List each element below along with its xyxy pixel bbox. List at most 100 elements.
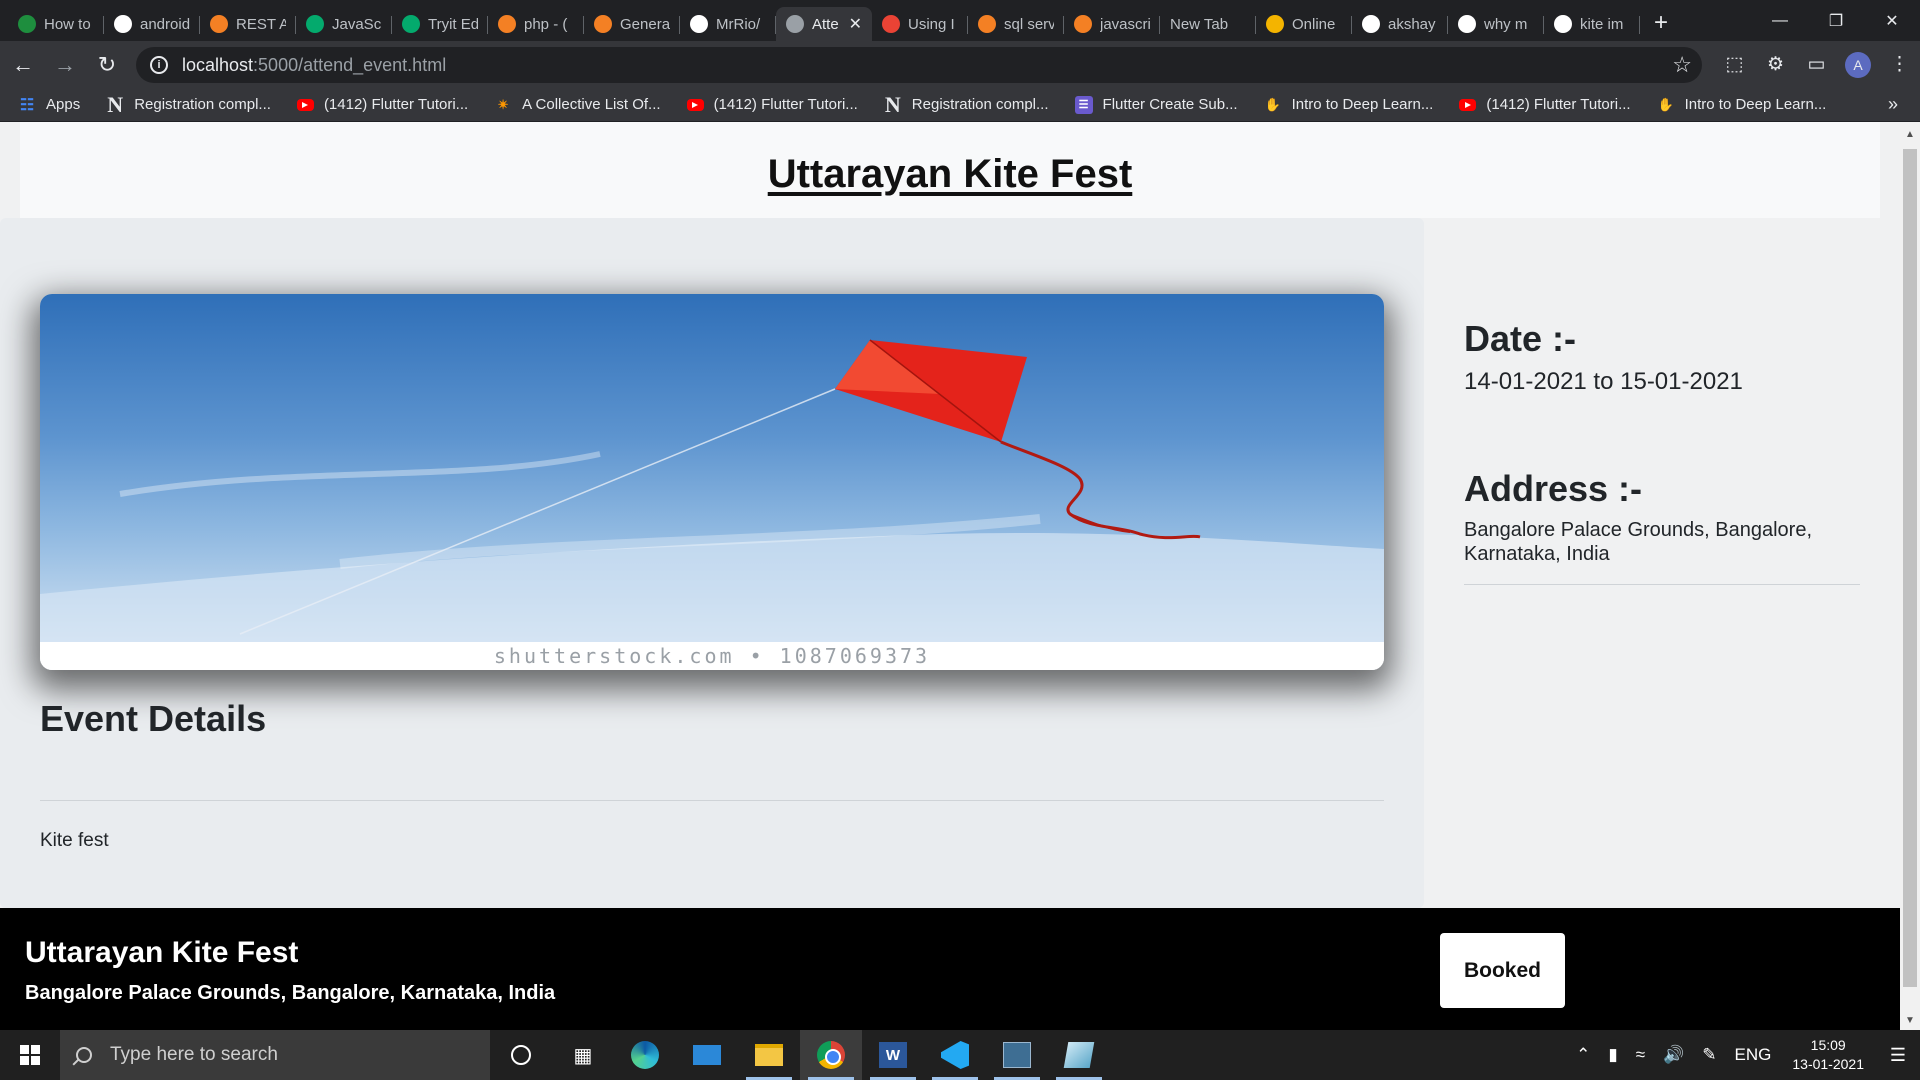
page-scrollbar[interactable]: ▲ ▼ [1900,122,1920,1030]
word-icon[interactable]: W [862,1030,924,1080]
tab[interactable]: Genera [584,7,680,41]
bookmark-label: (1412) Flutter Tutori... [713,96,858,113]
tab[interactable]: sql serv [968,7,1064,41]
bookmarks-overflow-icon[interactable]: » [1888,94,1898,115]
taskbar-search[interactable]: Type here to search [60,1030,490,1080]
tab[interactable]: New Tab [1160,7,1256,41]
tab-title: android [140,15,190,33]
tab[interactable]: How to [8,7,104,41]
w3schools-icon [306,15,324,33]
kite-illustration [40,339,1384,642]
footer-event-title: Uttarayan Kite Fest [25,936,299,969]
profile-avatar[interactable]: A [1845,51,1871,78]
bookmark-item[interactable]: (1412) Flutter Tutori... [686,96,858,113]
notion-icon: N [884,91,901,117]
search-icon [76,1047,92,1063]
image-watermark: shutterstock.com • 1087069373 [493,644,931,668]
address-bar[interactable]: i localhost:5000/attend_event.html ☆ [136,47,1702,83]
bookmark-item[interactable]: ✋ Intro to Deep Learn... [1657,96,1827,114]
scroll-down-icon[interactable]: ▼ [1900,1012,1920,1030]
tab[interactable]: JavaScr [296,7,392,41]
github-icon [690,15,708,33]
tab[interactable]: why m [1448,7,1544,41]
mysql-workbench-icon[interactable] [986,1030,1048,1080]
cast-icon[interactable]: ▭ [1796,53,1837,76]
close-tab-icon[interactable]: ✕ [849,14,862,34]
windows-logo-icon [20,1045,40,1065]
bookmark-item[interactable]: (1412) Flutter Tutori... [1459,96,1631,113]
event-main-panel: shutterstock.com • 1087069373 Event Deta… [0,218,1424,908]
tab[interactable]: Online [1256,7,1352,41]
new-tab-icon[interactable]: + [1654,9,1668,37]
tab-title: kite im [1580,15,1624,33]
screenshot-icon[interactable]: ⬚ [1714,53,1755,76]
cortana-icon[interactable] [490,1030,552,1080]
start-button[interactable] [0,1030,60,1080]
flutter-icon: ✴ [497,96,509,112]
menu-kebab-icon[interactable]: ⋮ [1879,53,1920,76]
tab[interactable]: MrRio/ [680,7,776,41]
vscode-icon[interactable] [924,1030,986,1080]
bookmark-item[interactable]: N Registration compl... [884,91,1049,117]
tab[interactable]: akshay [1352,7,1448,41]
tab[interactable]: kite im [1544,7,1640,41]
booked-button[interactable]: Booked [1440,933,1565,1008]
tab[interactable]: javascri [1064,7,1160,41]
battery-icon[interactable]: ▮ [1608,1045,1617,1065]
youtube-icon [686,98,704,111]
bookmark-label: Registration compl... [911,96,1049,113]
tab-title: Online [1292,15,1336,33]
github-icon [1362,15,1380,33]
mail-icon[interactable] [676,1030,738,1080]
bookmark-item[interactable]: ✴ A Collective List Of... [494,96,661,114]
browser-tab-strip: How to android REST A JavaScr Tryit Ed php - … [0,0,1920,41]
tab-title: Tryit Ed [428,15,478,33]
tab[interactable]: Tryit Ed [392,7,488,41]
bookmark-item[interactable]: N Registration compl... [106,92,271,117]
wifi-icon[interactable]: ≈ [1636,1045,1645,1065]
close-window-icon[interactable]: ✕ [1864,0,1920,41]
notifications-icon[interactable]: ☰ [1876,1045,1920,1066]
tab-title: JavaScr [332,15,382,33]
stackoverflow-icon [210,15,228,33]
pen-icon[interactable]: ✎ [1702,1045,1716,1065]
chrome-icon[interactable] [800,1030,862,1080]
site-info-icon[interactable]: i [150,56,168,74]
reload-icon[interactable]: ↻ [88,46,126,84]
task-view-icon[interactable]: ▦ [552,1030,614,1080]
address-value: Bangalore Palace Grounds, Bangalore, Kar… [1464,519,1813,565]
page-viewport: Uttarayan Kite Fest shutterstock.com • 1… [0,122,1900,1030]
file-explorer-icon[interactable] [738,1030,800,1080]
language-indicator[interactable]: ENG [1735,1045,1772,1065]
tab[interactable]: Using I [872,7,968,41]
bookmark-star-icon[interactable]: ☆ [1672,52,1692,78]
tab-title: akshay [1388,15,1436,33]
bookmark-item[interactable]: (1412) Flutter Tutori... [296,96,468,113]
notes-app-icon[interactable] [1048,1030,1110,1080]
bookmark-label: A Collective List Of... [522,96,661,113]
restore-icon[interactable]: ❐ [1808,0,1864,41]
tab[interactable]: php - ( [488,7,584,41]
volume-icon[interactable]: 🔊 [1663,1045,1684,1065]
minimize-icon[interactable]: — [1752,0,1808,41]
stackoverflow-icon [1074,15,1092,33]
bookmark-item[interactable]: ✋ Intro to Deep Learn... [1264,96,1434,114]
slides-icon [1266,15,1284,33]
bookmark-item[interactable]: ☰ Flutter Create Sub... [1074,95,1238,114]
extensions-icon[interactable]: ⚙ [1755,53,1796,76]
forward-icon[interactable]: → [46,46,84,84]
scrollbar-thumb[interactable] [1903,149,1917,987]
back-icon[interactable]: ← [4,46,42,84]
tab-title: New Tab [1170,15,1229,33]
chevron-up-icon[interactable]: ⌃ [1576,1045,1590,1065]
tab[interactable]: android [104,7,200,41]
url-path: :5000/attend_event.html [253,54,447,75]
bookmark-item[interactable]: ☷ Apps [18,96,80,114]
tab-active[interactable]: Atte ✕ [776,7,872,41]
bookmark-label: Flutter Create Sub... [1102,96,1238,113]
tab[interactable]: REST A [200,7,296,41]
clock[interactable]: 15:09 13-01-2021 [1792,1036,1864,1074]
scroll-up-icon[interactable]: ▲ [1900,126,1920,144]
google-icon [114,15,132,33]
edge-icon[interactable] [614,1030,676,1080]
